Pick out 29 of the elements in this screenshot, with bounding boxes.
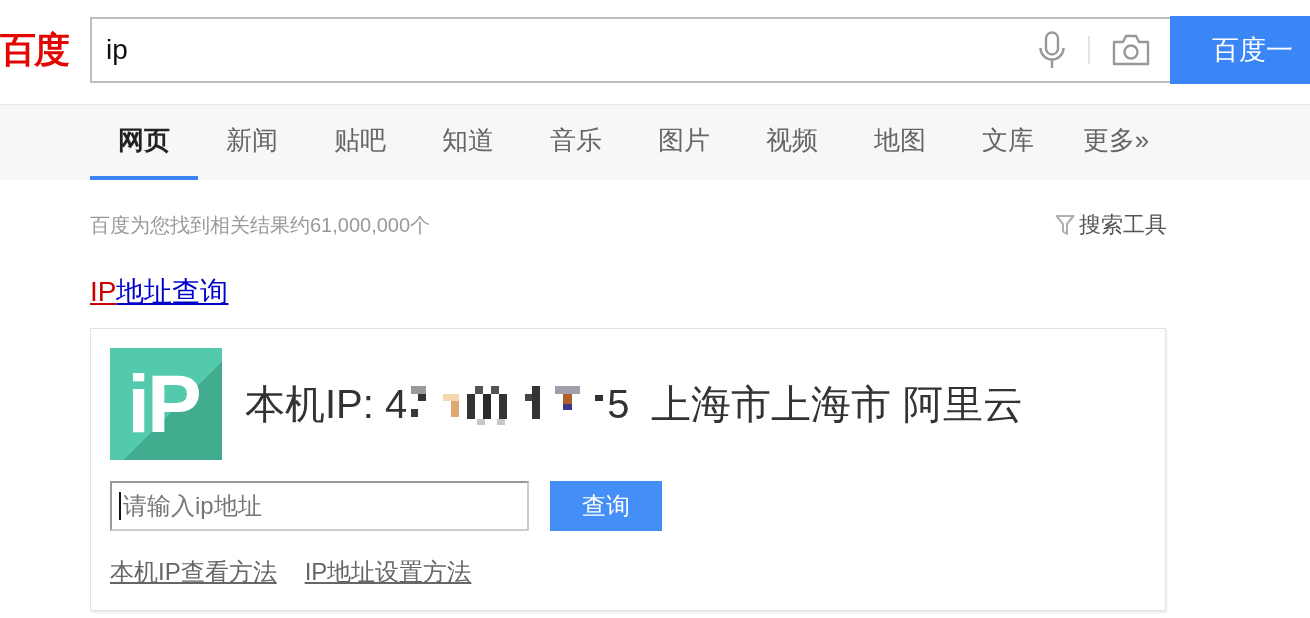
ip-label: 本机IP: (245, 380, 374, 428)
help-link[interactable]: 本机IP查看方法 (110, 557, 277, 587)
camera-icon[interactable] (1112, 34, 1150, 66)
nav-tab[interactable]: 文库 (954, 105, 1062, 180)
nav-tab[interactable]: 新闻 (198, 105, 306, 180)
help-link[interactable]: IP地址设置方法 (304, 557, 472, 587)
result-count-text: 百度为您找到相关结果约61,000,000个 (90, 213, 431, 237)
nav-tab[interactable]: 贴吧 (306, 105, 414, 180)
microphone-icon[interactable] (1038, 31, 1066, 69)
query-button[interactable]: 查询 (550, 481, 662, 531)
search-field[interactable]: ip (90, 17, 1170, 83)
nav-tab[interactable]: 音乐 (522, 105, 630, 180)
result-title-link[interactable]: IP地址查询 (90, 275, 229, 309)
nav-tab[interactable]: 更多» (1062, 105, 1170, 180)
ip-input-field[interactable]: 请输入ip地址 (110, 481, 529, 531)
search-tools-button[interactable]: 搜索工具 (1055, 210, 1167, 240)
ip-address-fragment: 5 (607, 381, 630, 427)
nav-tab[interactable]: 视频 (738, 105, 846, 180)
nav-tab[interactable]: 知道 (414, 105, 522, 180)
ip-location-text: 上海市上海市 阿里云 (651, 380, 1023, 428)
search-button[interactable]: 百度一 (1170, 16, 1310, 84)
nav-tab[interactable]: 网页 (90, 105, 198, 180)
baidu-logo[interactable]: 百度 (0, 30, 72, 70)
nav-tab[interactable]: 图片 (630, 105, 738, 180)
ip-address-fragment: 4 (384, 381, 408, 427)
text-cursor-icon (119, 492, 121, 520)
ip-logo: iP (110, 348, 222, 460)
nav-tab[interactable]: 地图 (846, 105, 954, 180)
filter-icon (1055, 214, 1075, 236)
